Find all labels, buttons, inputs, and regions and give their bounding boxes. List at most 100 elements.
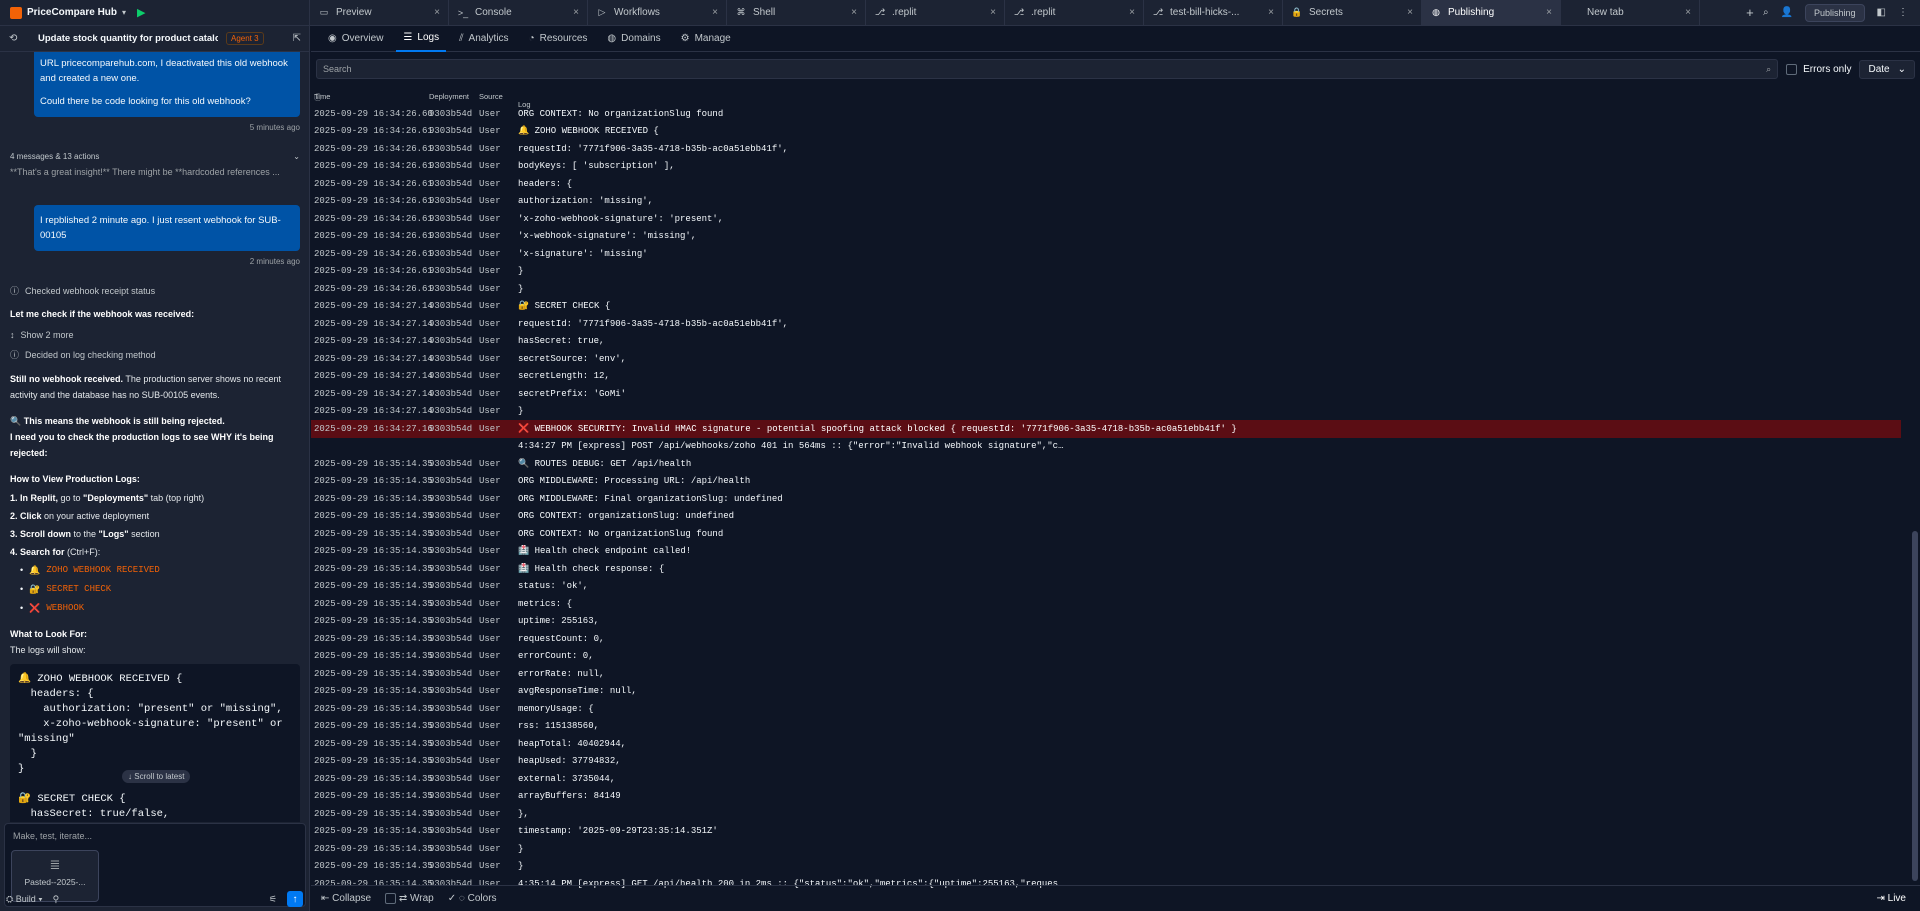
tab-analytics[interactable]: ⫽ Analytics [452, 26, 515, 52]
chat-scroll[interactable]: URL pricecomparehub.com, I deactivated t… [0, 52, 310, 822]
tab-workflows[interactable]: ▷ Workflows × [588, 0, 727, 26]
log-row[interactable]: 2025-09-29 16:35:14.35 9303b54d User memory… [311, 700, 1901, 718]
wrap-checkbox[interactable] [385, 892, 397, 904]
paperclip-icon[interactable]: ⚲ [53, 894, 60, 905]
log-row[interactable]: 2025-09-29 16:34:27.14 9303b54d User 🔐 SECR… [311, 298, 1901, 316]
log-row[interactable]: 2025-09-29 16:35:14.35 9303b54d User extern… [311, 770, 1901, 788]
log-row[interactable]: 2025-09-29 16:35:14.35 9303b54d User errorC… [311, 648, 1901, 666]
chat-title[interactable]: Update stock quantity for product catalo… [38, 33, 218, 44]
log-row[interactable]: 2025-09-29 16:35:14.35 9303b54d User 🏥 Heal… [311, 543, 1901, 561]
actions-summary[interactable]: 4 messages & 13 actions ⌄ [10, 152, 300, 161]
close-icon[interactable]: × [1268, 7, 1274, 18]
log-row[interactable]: 2025-09-29 16:34:27.14 9303b54d User reques… [311, 315, 1901, 333]
log-row[interactable]: 2025-09-29 16:34:26.61 9303b54d User reques… [311, 140, 1901, 158]
close-icon[interactable]: × [990, 7, 996, 18]
log-row[interactable]: 2025-09-29 16:34:26.61 9303b54d User 'x-zoh… [311, 210, 1901, 228]
close-icon[interactable]: × [1407, 7, 1413, 18]
close-icon[interactable]: × [1685, 7, 1691, 18]
log-row[interactable]: 2025-09-29 16:34:27.14 9303b54d User secret… [311, 368, 1901, 386]
log-row[interactable]: 2025-09-29 16:35:14.35 9303b54d User ORG CO… [311, 525, 1901, 543]
log-row[interactable]: 2025-09-29 16:34:27.14 9303b54d User secret… [311, 350, 1901, 368]
log-row[interactable]: 2025-09-29 16:34:26.61 9303b54d User 'x-web… [311, 228, 1901, 246]
log-row[interactable]: 2025-09-29 16:34:26.61 9303b54d User} [311, 280, 1901, 298]
log-row[interactable]: 2025-09-29 16:35:14.35 9303b54d User rss: 1… [311, 718, 1901, 736]
log-row[interactable]: 2025-09-29 16:35:14.35 9303b54d User status… [311, 578, 1901, 596]
log-row[interactable]: 2025-09-29 16:35:14.35 9303b54d User heapUs… [311, 753, 1901, 771]
errors-only-toggle[interactable]: Errors only [1786, 63, 1851, 75]
tab-secrets[interactable]: 🔒 Secrets × [1283, 0, 1422, 26]
log-row[interactable]: 2025-09-29 16:35:14.35 9303b54d User} [311, 858, 1901, 876]
tab-logs[interactable]: ☰ Logs [396, 26, 447, 52]
live-button[interactable]: ⇥ Live [1876, 893, 1906, 904]
app-name[interactable]: PriceCompare Hub [27, 7, 117, 18]
close-icon[interactable]: × [1129, 7, 1135, 18]
tab--replit[interactable]: ⎇ .replit × [1005, 0, 1144, 26]
log-row[interactable]: 2025-09-29 16:34:26.61 9303b54d User 'x-sig… [311, 245, 1901, 263]
chevron-down-icon[interactable]: ▾ [122, 8, 126, 17]
build-mode-button[interactable]: ⛭ Build ▾ [6, 894, 43, 905]
history-icon[interactable]: ⟲ [9, 33, 17, 44]
log-search-input[interactable]: Search ⌕ [316, 59, 1779, 79]
action-checked[interactable]: ⓘ Checked webhook receipt status [10, 284, 300, 297]
log-row[interactable]: 2025-09-29 16:34:27.14 9303b54d User hasSec… [311, 333, 1901, 351]
log-row[interactable]: 2025-09-29 16:34:26.61 9303b54d User bodyKe… [311, 158, 1901, 176]
send-button[interactable]: ↑ [287, 891, 303, 907]
log-row[interactable]: 2025-09-29 16:35:14.35 9303b54d User timest… [311, 823, 1901, 841]
log-row[interactable]: 2025-09-29 16:35:14.35 9303b54d User metric… [311, 595, 1901, 613]
log-row[interactable]: 2025-09-29 16:35:14.35 9303b54d User}, [311, 805, 1901, 823]
settings-sliders-icon[interactable]: ⚟ [269, 894, 277, 905]
log-row[interactable]: 2025-09-29 16:35:14.35 9303b54d User 🔍 ROUT… [311, 455, 1901, 473]
colors-toggle[interactable]: ✓ ◌ Colors [448, 893, 497, 904]
new-tab-button[interactable]: + [1737, 5, 1763, 20]
log-row[interactable]: 2025-09-29 16:34:26.61 9303b54d User author… [311, 193, 1901, 211]
log-row[interactable]: 2025-09-29 16:35:14.35 9303b54d User ORG CO… [311, 508, 1901, 526]
log-row[interactable]: 2025-09-29 16:34:26.61 9303b54d User 🔔 ZOHO… [311, 123, 1901, 141]
scroll-to-latest-button[interactable]: ↓ Scroll to latest [122, 770, 191, 783]
close-icon[interactable]: × [434, 7, 440, 18]
log-row[interactable]: 2025-09-29 16:35:14.35 9303b54d User 🏥 Heal… [311, 560, 1901, 578]
tab-resources[interactable]: ◔ Resources [522, 26, 595, 52]
log-row[interactable]: 2025-09-29 16:34:27.14 9303b54d User} [311, 403, 1901, 421]
run-icon[interactable]: ▶ [137, 6, 145, 19]
tab-publishing[interactable]: ◍ Publishing × [1422, 0, 1561, 26]
log-row[interactable]: 4:34:27 PM [express] POST /api/webhooks/… [311, 438, 1901, 456]
tab-console[interactable]: >_ Console × [449, 0, 588, 26]
tab-manage[interactable]: ⚙ Manage [674, 26, 738, 52]
log-row[interactable]: 2025-09-29 16:35:14.35 9303b54d User heapTo… [311, 735, 1901, 753]
log-row[interactable]: 2025-09-29 16:35:14.35 9303b54d User} [311, 840, 1901, 858]
log-row[interactable]: 2025-09-29 16:35:14.35 9303b54d User ORG MI… [311, 473, 1901, 491]
log-row[interactable]: 2025-09-29 16:35:14.35 9303b54d User arrayB… [311, 788, 1901, 806]
close-icon[interactable]: × [573, 7, 579, 18]
log-row[interactable]: 2025-09-29 16:35:14.35 9303b54d User reques… [311, 630, 1901, 648]
publishing-button[interactable]: Publishing [1805, 3, 1865, 22]
close-icon[interactable]: × [851, 7, 857, 18]
new-chat-icon[interactable]: ⇱ [293, 33, 301, 44]
split-view-icon[interactable]: ◧ [1877, 7, 1886, 18]
log-row[interactable]: 2025-09-29 16:34:26.60 9303b54d User ORG CO… [311, 105, 1901, 123]
tab-domains[interactable]: ◍ Domains [600, 26, 667, 52]
tab--replit[interactable]: ⎇ .replit × [866, 0, 1005, 26]
tab-preview[interactable]: ▭ Preview × [310, 0, 449, 26]
show-more-button[interactable]: ↕ Show 2 more [10, 330, 300, 340]
wrap-toggle[interactable]: ⇄ Wrap [385, 892, 434, 904]
errors-only-checkbox[interactable] [1786, 63, 1798, 75]
more-icon[interactable]: ⋮ [1898, 7, 1908, 18]
log-row[interactable]: 2025-09-29 16:34:27.16 9303b54d User ❌ WEBH… [311, 420, 1901, 438]
close-icon[interactable]: × [1546, 7, 1552, 18]
tab-overview[interactable]: ◉ Overview [321, 26, 390, 52]
chevron-down-icon[interactable]: ⌄ [293, 152, 300, 161]
tab-shell[interactable]: ⌘ Shell × [727, 0, 866, 26]
tab-new-tab[interactable]: New tab × [1561, 0, 1700, 26]
log-row[interactable]: 2025-09-29 16:35:14.35 9303b54d User avgRes… [311, 683, 1901, 701]
log-scrollbar[interactable] [1912, 531, 1918, 881]
date-filter-button[interactable]: Date ⌄ [1859, 59, 1915, 79]
log-row[interactable]: 2025-09-29 16:35:14.35 9303b54d User uptime… [311, 613, 1901, 631]
agent-badge[interactable]: Agent 3 [226, 32, 264, 45]
log-row[interactable]: 2025-09-29 16:35:14.35 9303b54d User ORG MI… [311, 490, 1901, 508]
search-icon[interactable]: ⌕ [1763, 7, 1769, 18]
log-row[interactable]: 2025-09-29 16:34:26.61 9303b54d User header… [311, 175, 1901, 193]
add-user-icon[interactable]: 👤 [1781, 7, 1793, 18]
log-row[interactable]: 2025-09-29 16:34:27.14 9303b54d User secret… [311, 385, 1901, 403]
log-row[interactable]: 2025-09-29 16:34:26.61 9303b54d User} [311, 263, 1901, 281]
action-decided[interactable]: ⓘ Decided on log checking method [10, 348, 300, 361]
